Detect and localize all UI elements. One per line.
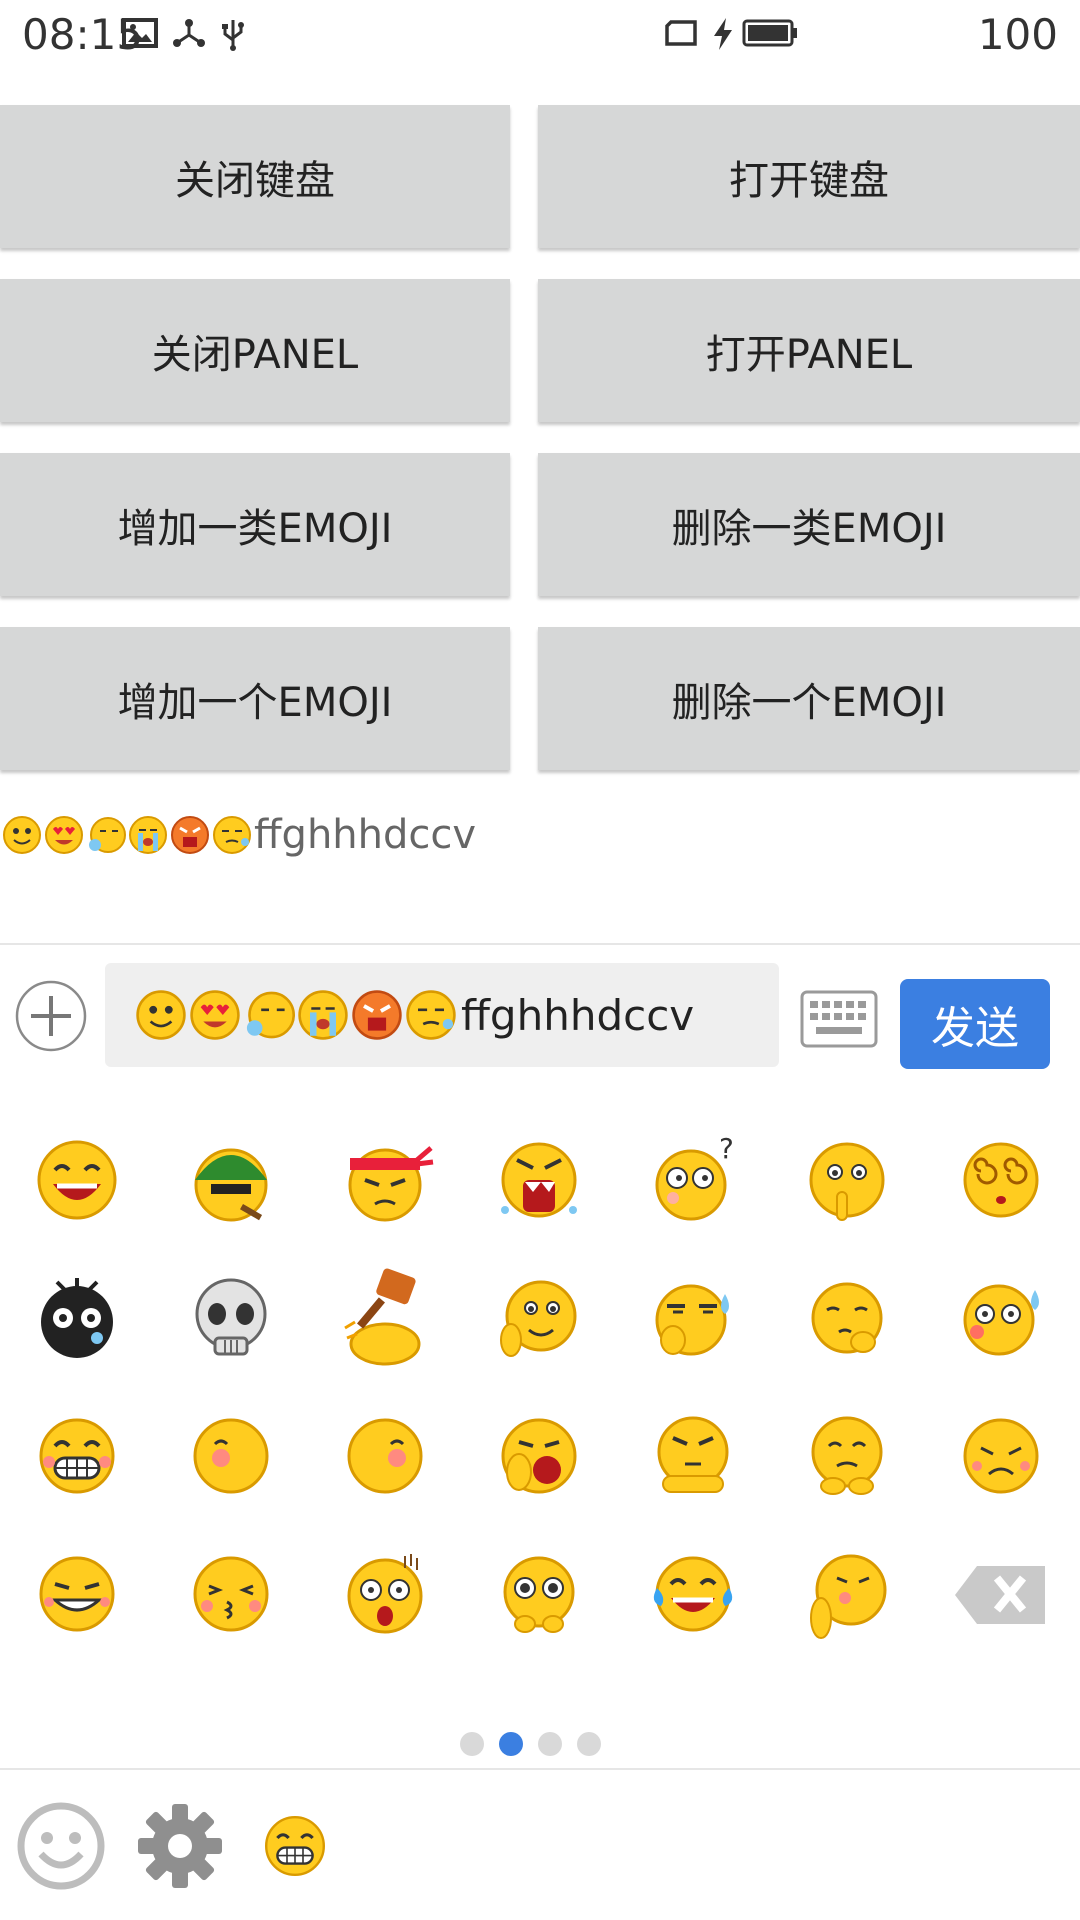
grin-tab-icon[interactable]: [255, 1806, 335, 1886]
page-dot[interactable]: [460, 1732, 484, 1756]
remove-emoji-button[interactable]: 删除一个EMOJI: [538, 627, 1080, 770]
skull-emoji-icon[interactable]: [181, 1268, 281, 1368]
smile-emoji-icon: [136, 990, 186, 1040]
divider: [0, 943, 1080, 945]
angry-emoji-icon: [352, 990, 402, 1040]
add-emoji-button[interactable]: 增加一个EMOJI: [0, 627, 510, 770]
remove-emoji-category-button[interactable]: 删除一类EMOJI: [538, 453, 1080, 596]
hammer-emoji-icon[interactable]: [335, 1268, 435, 1368]
add-emoji-category-button[interactable]: 增加一类EMOJI: [0, 453, 510, 596]
keyboard-icon[interactable]: [800, 990, 878, 1048]
page-indicator: [460, 1732, 601, 1756]
smug-grin-emoji-icon[interactable]: [27, 1544, 127, 1644]
battery-icon: [742, 19, 797, 47]
sweat-emoji-icon: [246, 991, 295, 1039]
backspace-icon[interactable]: [951, 1544, 1051, 1644]
status-bar: 08:15 100: [0, 0, 1080, 75]
shouting-emoji-icon[interactable]: [489, 1130, 589, 1230]
gear-icon[interactable]: [134, 1800, 226, 1892]
angry-emoji-icon: [171, 816, 209, 854]
plus-button[interactable]: [15, 980, 87, 1052]
grinning-emoji-icon[interactable]: [27, 1406, 127, 1506]
headband-emoji-icon[interactable]: [335, 1130, 435, 1230]
confused-emoji-icon[interactable]: ?: [643, 1130, 743, 1230]
share-icon: [173, 19, 205, 47]
annoyed-emoji-icon[interactable]: [643, 1406, 743, 1506]
svg-text:?: ?: [719, 1132, 734, 1165]
shocked-blush-emoji-icon[interactable]: [951, 1268, 1051, 1368]
crying-emoji-icon: [129, 816, 167, 854]
image-icon: [122, 18, 158, 48]
charging-icon: [714, 18, 732, 50]
laughing-emoji-icon[interactable]: [27, 1130, 127, 1230]
smiley-tab-icon[interactable]: [15, 1800, 107, 1892]
sweat-smile-emoji-icon[interactable]: [643, 1268, 743, 1368]
page-dot-active[interactable]: [499, 1732, 523, 1756]
usb-icon: [222, 20, 244, 51]
page-dot[interactable]: [577, 1732, 601, 1756]
preview-text: ffghhhdccv: [254, 812, 477, 858]
tears-of-joy-emoji-icon[interactable]: [643, 1544, 743, 1644]
dizzy-emoji-icon[interactable]: [951, 1130, 1051, 1230]
open-keyboard-button[interactable]: 打开键盘: [538, 105, 1080, 248]
soldier-emoji-icon[interactable]: [181, 1130, 281, 1230]
sweat-emoji-icon: [89, 817, 126, 853]
smile-emoji-icon: [3, 816, 41, 854]
no-sim-icon: [665, 20, 697, 46]
pondering-emoji-icon[interactable]: [797, 1268, 897, 1368]
yawning-emoji-icon[interactable]: [489, 1406, 589, 1506]
open-panel-button[interactable]: 打开PANEL: [538, 279, 1080, 422]
salute-emoji-icon[interactable]: [797, 1544, 897, 1644]
heart-eyes-emoji-icon: [190, 990, 240, 1040]
close-keyboard-button[interactable]: 关闭键盘: [0, 105, 510, 248]
pleading-emoji-icon[interactable]: [489, 1544, 589, 1644]
input-text: ffghhhdccv: [461, 990, 695, 1040]
blush-emoji-icon[interactable]: [335, 1406, 435, 1506]
message-input[interactable]: ffghhhdccv: [105, 963, 779, 1067]
crying-emoji-icon: [298, 990, 348, 1040]
terrified-emoji-icon[interactable]: [335, 1544, 435, 1644]
kissing-emoji-icon[interactable]: [181, 1544, 281, 1644]
preview-text-view: ffghhhdccv: [2, 805, 476, 865]
shy-emoji-icon[interactable]: [181, 1406, 281, 1506]
input-emojis: [135, 989, 459, 1041]
send-button[interactable]: 发送: [900, 979, 1050, 1069]
page-dot[interactable]: [538, 1732, 562, 1756]
thinking-emoji-icon[interactable]: [489, 1268, 589, 1368]
smirk-emoji-icon: [406, 990, 456, 1040]
bomb-emoji-icon[interactable]: [27, 1268, 127, 1368]
close-panel-button[interactable]: 关闭PANEL: [0, 279, 510, 422]
sad-emoji-icon[interactable]: [951, 1406, 1051, 1506]
worried-emoji-icon[interactable]: [797, 1406, 897, 1506]
emoji-category-tabs: [0, 1770, 1080, 1920]
smirk-emoji-icon: [213, 816, 251, 854]
shush-emoji-icon[interactable]: [797, 1130, 897, 1230]
battery-level: 100: [977, 10, 1058, 59]
heart-eyes-emoji-icon: [45, 816, 83, 854]
